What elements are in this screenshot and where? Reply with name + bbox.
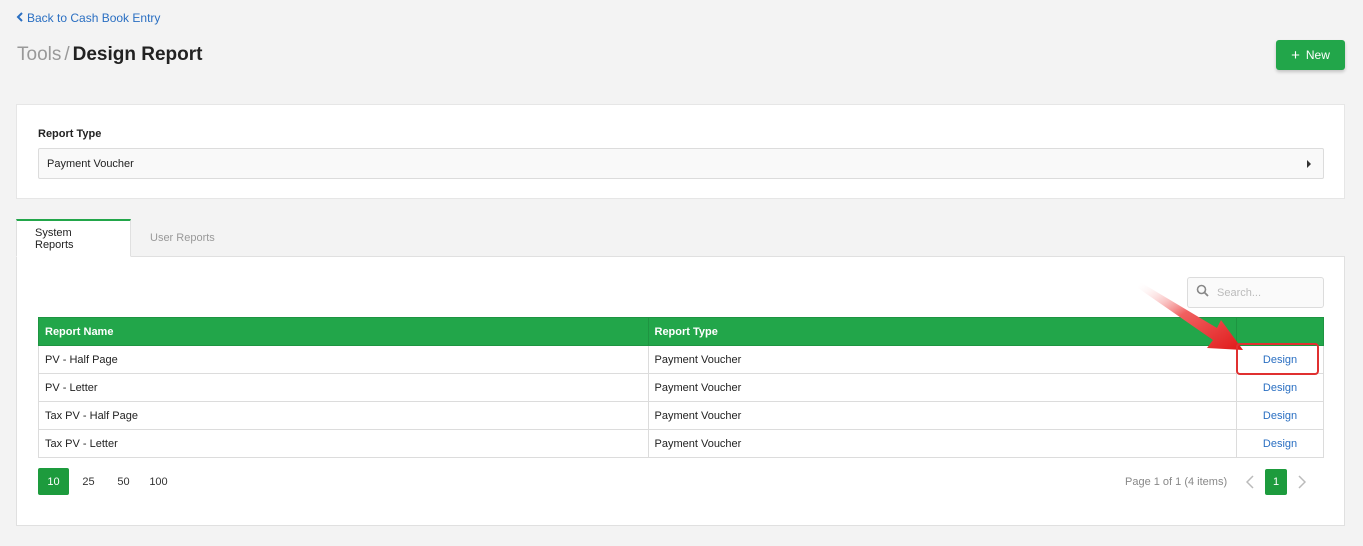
report-type-cell: Payment Voucher	[647, 429, 1238, 458]
back-link[interactable]: Back to Cash Book Entry	[16, 11, 160, 25]
breadcrumb-separator: /	[64, 44, 70, 65]
reports-panel: Report Name Report Type PV - Half Page P…	[16, 256, 1345, 526]
design-link[interactable]: Design	[1263, 382, 1297, 394]
chevron-left-icon	[16, 11, 24, 25]
report-name-cell: Tax PV - Half Page	[38, 401, 649, 430]
page-size-option[interactable]: 10	[38, 468, 69, 495]
next-page-icon[interactable]	[1293, 468, 1311, 495]
new-button[interactable]: + New	[1276, 40, 1345, 70]
tab-system-reports[interactable]: System Reports	[16, 219, 131, 257]
report-type-select[interactable]: Payment Voucher	[38, 148, 1324, 179]
search-box[interactable]	[1187, 277, 1324, 308]
design-link[interactable]: Design	[1263, 410, 1297, 422]
search-input[interactable]	[1217, 286, 1317, 299]
table-row: Tax PV - Half Page Payment Voucher Desig…	[38, 401, 1324, 430]
breadcrumb-current: Design Report	[72, 44, 203, 65]
page-size-option[interactable]: 50	[108, 468, 139, 495]
search-icon	[1196, 284, 1209, 302]
reports-table: Report Name Report Type PV - Half Page P…	[38, 317, 1324, 458]
report-name-cell: PV - Half Page	[38, 345, 649, 374]
new-button-label: New	[1305, 48, 1330, 62]
report-name-cell: PV - Letter	[38, 373, 649, 402]
tab-label: User Reports	[150, 232, 215, 244]
report-tabs: System Reports User Reports	[16, 219, 233, 257]
report-type-label: Report Type	[38, 128, 102, 140]
page-title: Tools / Design Report	[17, 44, 203, 66]
action-cell: Design	[1236, 429, 1324, 458]
back-link-label: Back to Cash Book Entry	[27, 11, 161, 25]
pager: Page 1 of 1 (4 items) 1	[1125, 468, 1311, 495]
breadcrumb-parent[interactable]: Tools	[17, 44, 61, 65]
page-size-option[interactable]: 25	[73, 468, 104, 495]
action-cell: Design	[1236, 373, 1324, 402]
report-type-value: Payment Voucher	[47, 157, 134, 170]
tab-user-reports[interactable]: User Reports	[131, 219, 233, 257]
design-link[interactable]: Design	[1263, 354, 1297, 366]
prev-page-icon[interactable]	[1241, 468, 1259, 495]
table-row: Tax PV - Letter Payment Voucher Design	[38, 429, 1324, 458]
report-type-cell: Payment Voucher	[647, 401, 1238, 430]
page-size-option[interactable]: 100	[143, 468, 174, 495]
table-header-row: Report Name Report Type	[38, 317, 1324, 346]
report-type-cell: Payment Voucher	[647, 373, 1238, 402]
table-row: PV - Half Page Payment Voucher Design	[38, 345, 1324, 374]
table-row: PV - Letter Payment Voucher Design	[38, 373, 1324, 402]
report-name-cell: Tax PV - Letter	[38, 429, 649, 458]
action-cell: Design	[1236, 401, 1324, 430]
page-number-button[interactable]: 1	[1265, 468, 1288, 495]
pager-info: Page 1 of 1 (4 items)	[1125, 475, 1228, 488]
action-cell: Design	[1236, 345, 1324, 374]
column-header-report-type[interactable]: Report Type	[647, 317, 1238, 346]
report-type-filter: Report Type Payment Voucher	[16, 104, 1345, 199]
page-size-selector: 10 25 50 100	[38, 468, 178, 495]
column-header-actions	[1236, 317, 1324, 346]
report-type-cell: Payment Voucher	[647, 345, 1238, 374]
design-link[interactable]: Design	[1263, 438, 1297, 450]
column-header-report-name[interactable]: Report Name	[38, 317, 649, 346]
plus-icon: +	[1291, 46, 1300, 64]
caret-right-icon	[1307, 160, 1311, 168]
tab-label: System Reports	[35, 226, 74, 251]
